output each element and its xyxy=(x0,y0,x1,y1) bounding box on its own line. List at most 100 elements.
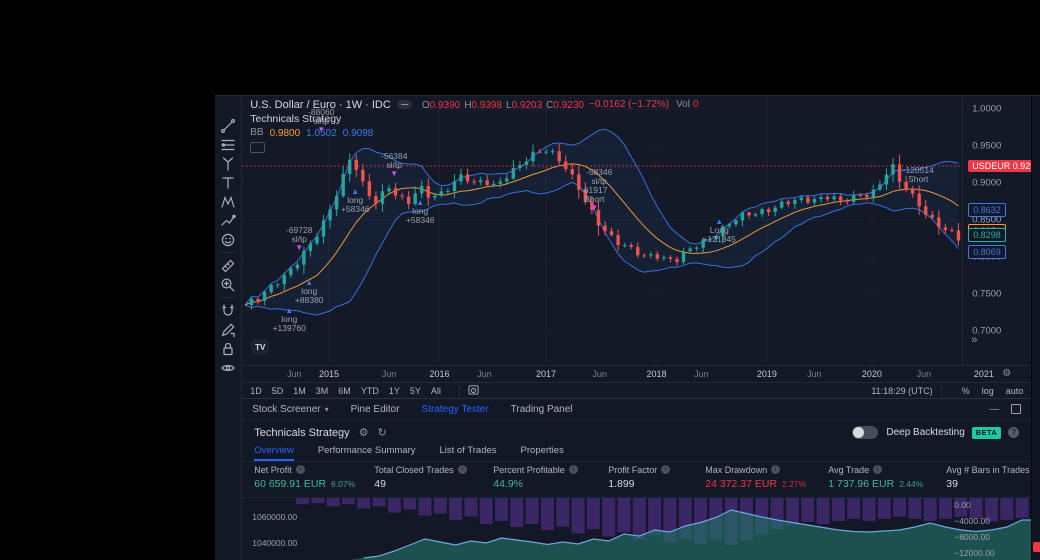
deep-backtesting-label: Deep Backtesting xyxy=(886,427,964,438)
collapse-legend-icon[interactable] xyxy=(397,100,412,109)
maximize-panel-icon[interactable] xyxy=(1011,404,1021,414)
time-axis[interactable]: Jun2015Jun2016Jun2017Jun2018Jun2019Jun20… xyxy=(242,365,1031,382)
toolbar-divider xyxy=(220,252,236,253)
fib-retracement-icon[interactable] xyxy=(217,135,239,154)
equity-chart-svg xyxy=(242,498,1031,560)
range-3m-button[interactable]: 3M xyxy=(316,386,329,396)
year-label: 2020 xyxy=(862,369,882,379)
log-scale-button[interactable]: log xyxy=(982,386,994,396)
magnet-icon[interactable] xyxy=(217,301,239,320)
range-buttons: 1D 5D 1M 3M 6M YTD 1Y 5Y All xyxy=(250,382,479,400)
tab-pine-editor[interactable]: Pine Editor xyxy=(351,404,400,415)
deep-backtesting-toggle[interactable] xyxy=(852,426,878,439)
range-all-button[interactable]: All xyxy=(431,386,441,396)
tradingview-logo[interactable]: TV xyxy=(251,339,269,355)
info-icon[interactable]: i xyxy=(771,465,780,474)
ohlc-value: 0.9398 xyxy=(471,100,502,111)
price-label-pill: 0.8298 xyxy=(968,228,1006,242)
cutoff-red-label xyxy=(1033,542,1040,552)
equity-chart[interactable]: 1060000.001040000.000.00−4000.00−8000.00… xyxy=(242,497,1031,560)
strategy-refresh-icon[interactable]: ↻ xyxy=(378,426,387,439)
subtab-overview[interactable]: Overview xyxy=(254,445,294,461)
range-1m-button[interactable]: 1M xyxy=(293,386,306,396)
divider xyxy=(459,386,460,396)
month-label: Jun xyxy=(917,369,932,379)
ohlc-value: 0.9390 xyxy=(430,100,461,111)
stat-value: 39 xyxy=(946,478,1040,490)
drawing-toolbar xyxy=(215,96,242,560)
stat-avg-trade: Avg Tradei1 737.96 EUR2.44% xyxy=(828,465,946,498)
stat-value: 49 xyxy=(374,478,493,490)
legend-collapsed-box[interactable] xyxy=(250,142,265,153)
price-axis[interactable]: 1.00000.95000.90000.85000.80000.75000.70… xyxy=(962,96,1031,365)
subtab-performance-summary[interactable]: Performance Summary xyxy=(318,445,416,461)
year-label: 2019 xyxy=(757,369,777,379)
price-chart-pane[interactable]: -88060sl/tp▼-56384sl/tp▼▲long+58346▲long… xyxy=(242,96,1031,365)
help-icon[interactable]: ? xyxy=(1008,427,1019,438)
year-label: 2015 xyxy=(319,369,339,379)
info-icon[interactable]: i xyxy=(661,465,670,474)
ohlc-values: O0.9390H0.9398L0.9203C0.9230 xyxy=(418,99,584,111)
stat-value: 1.899 xyxy=(608,478,705,490)
beta-badge: BETA xyxy=(972,427,1001,439)
symbol-title[interactable]: U.S. Dollar / Euro · 1W · IDC xyxy=(250,99,391,111)
stat-total-closed-trades: Total Closed Tradesi 49 xyxy=(374,465,493,498)
text-icon[interactable] xyxy=(217,173,239,192)
info-icon[interactable]: i xyxy=(296,465,305,474)
hide-drawings-icon[interactable] xyxy=(217,358,239,377)
equity-left-axis-label: 1060000.00 xyxy=(252,512,297,522)
drawing-lock-icon[interactable] xyxy=(217,320,239,339)
auto-scale-button[interactable]: auto xyxy=(1006,386,1024,396)
stat-percent: 6.07% xyxy=(331,479,355,489)
info-icon[interactable]: i xyxy=(873,465,882,474)
range-ytd-button[interactable]: YTD xyxy=(361,386,379,396)
year-label: 2017 xyxy=(536,369,556,379)
stat-label: Profit Factori xyxy=(608,465,705,475)
year-label: 2016 xyxy=(429,369,449,379)
range-5d-button[interactable]: 5D xyxy=(272,386,284,396)
info-icon[interactable]: i xyxy=(458,465,467,474)
month-label: Jun xyxy=(287,369,302,379)
bb-indicator-label[interactable]: BB xyxy=(250,127,263,138)
go-to-date-icon[interactable] xyxy=(468,382,479,400)
tab-strategy-tester[interactable]: Strategy Tester xyxy=(422,404,489,415)
info-icon[interactable]: i xyxy=(569,465,578,474)
volume-label: Vol xyxy=(676,99,690,110)
price-tick: 0.9000 xyxy=(972,178,1001,189)
strategy-legend-title[interactable]: Technicals Strategy xyxy=(250,112,698,125)
percent-scale-button[interactable]: % xyxy=(962,386,970,396)
subtab-list-of-trades[interactable]: List of Trades xyxy=(440,445,497,461)
report-subtabs: Overview Performance Summary List of Trade… xyxy=(242,445,1031,462)
equity-left-axis-label: 1040000.00 xyxy=(252,538,297,548)
chevron-down-icon: ▾ xyxy=(325,405,329,414)
trend-line-icon[interactable] xyxy=(217,116,239,135)
minimize-panel-icon[interactable]: — xyxy=(989,404,999,415)
zoom-in-icon[interactable] xyxy=(217,275,239,294)
price-label-pill: 0.8632 xyxy=(968,203,1006,217)
pitchfork-icon[interactable] xyxy=(217,154,239,173)
strategy-settings-gear-icon[interactable]: ⚙ xyxy=(359,426,369,439)
bb-indicator-values: 0.98001.05020.9098 xyxy=(270,127,380,139)
stat-avg-bars-in-trades: Avg # Bars in Tradesi39 xyxy=(946,465,1040,498)
range-5y-button[interactable]: 5Y xyxy=(410,386,421,396)
range-6m-button[interactable]: 6M xyxy=(338,386,351,396)
stat-label: Total Closed Tradesi xyxy=(374,465,493,475)
emoji-icon[interactable] xyxy=(217,230,239,249)
xabcd-pattern-icon[interactable] xyxy=(217,192,239,211)
range-1d-button[interactable]: 1D xyxy=(250,386,262,396)
forecast-icon[interactable] xyxy=(217,211,239,230)
tab-trading-panel[interactable]: Trading Panel xyxy=(511,404,573,415)
strategy-header: Technicals Strategy ⚙ ↻ Deep Backtesting… xyxy=(242,421,1031,445)
measure-icon[interactable] xyxy=(217,256,239,275)
go-to-realtime-button[interactable]: » xyxy=(971,334,977,346)
price-tick: 0.7500 xyxy=(972,289,1001,300)
subtab-properties[interactable]: Properties xyxy=(521,445,564,461)
tab-stock-screener[interactable]: Stock Screener▾ xyxy=(252,404,328,415)
range-1y-button[interactable]: 1Y xyxy=(389,386,400,396)
year-label: 2021 xyxy=(974,369,994,379)
strategy-title: Technicals Strategy xyxy=(254,427,349,439)
stat-value: 24 372.37 EUR2.27% xyxy=(705,478,828,490)
time-axis-settings-gear-icon[interactable]: ⚙ xyxy=(1002,368,1011,379)
lock-all-icon[interactable] xyxy=(217,339,239,358)
clock[interactable]: 11:18:29 (UTC) xyxy=(871,386,932,396)
